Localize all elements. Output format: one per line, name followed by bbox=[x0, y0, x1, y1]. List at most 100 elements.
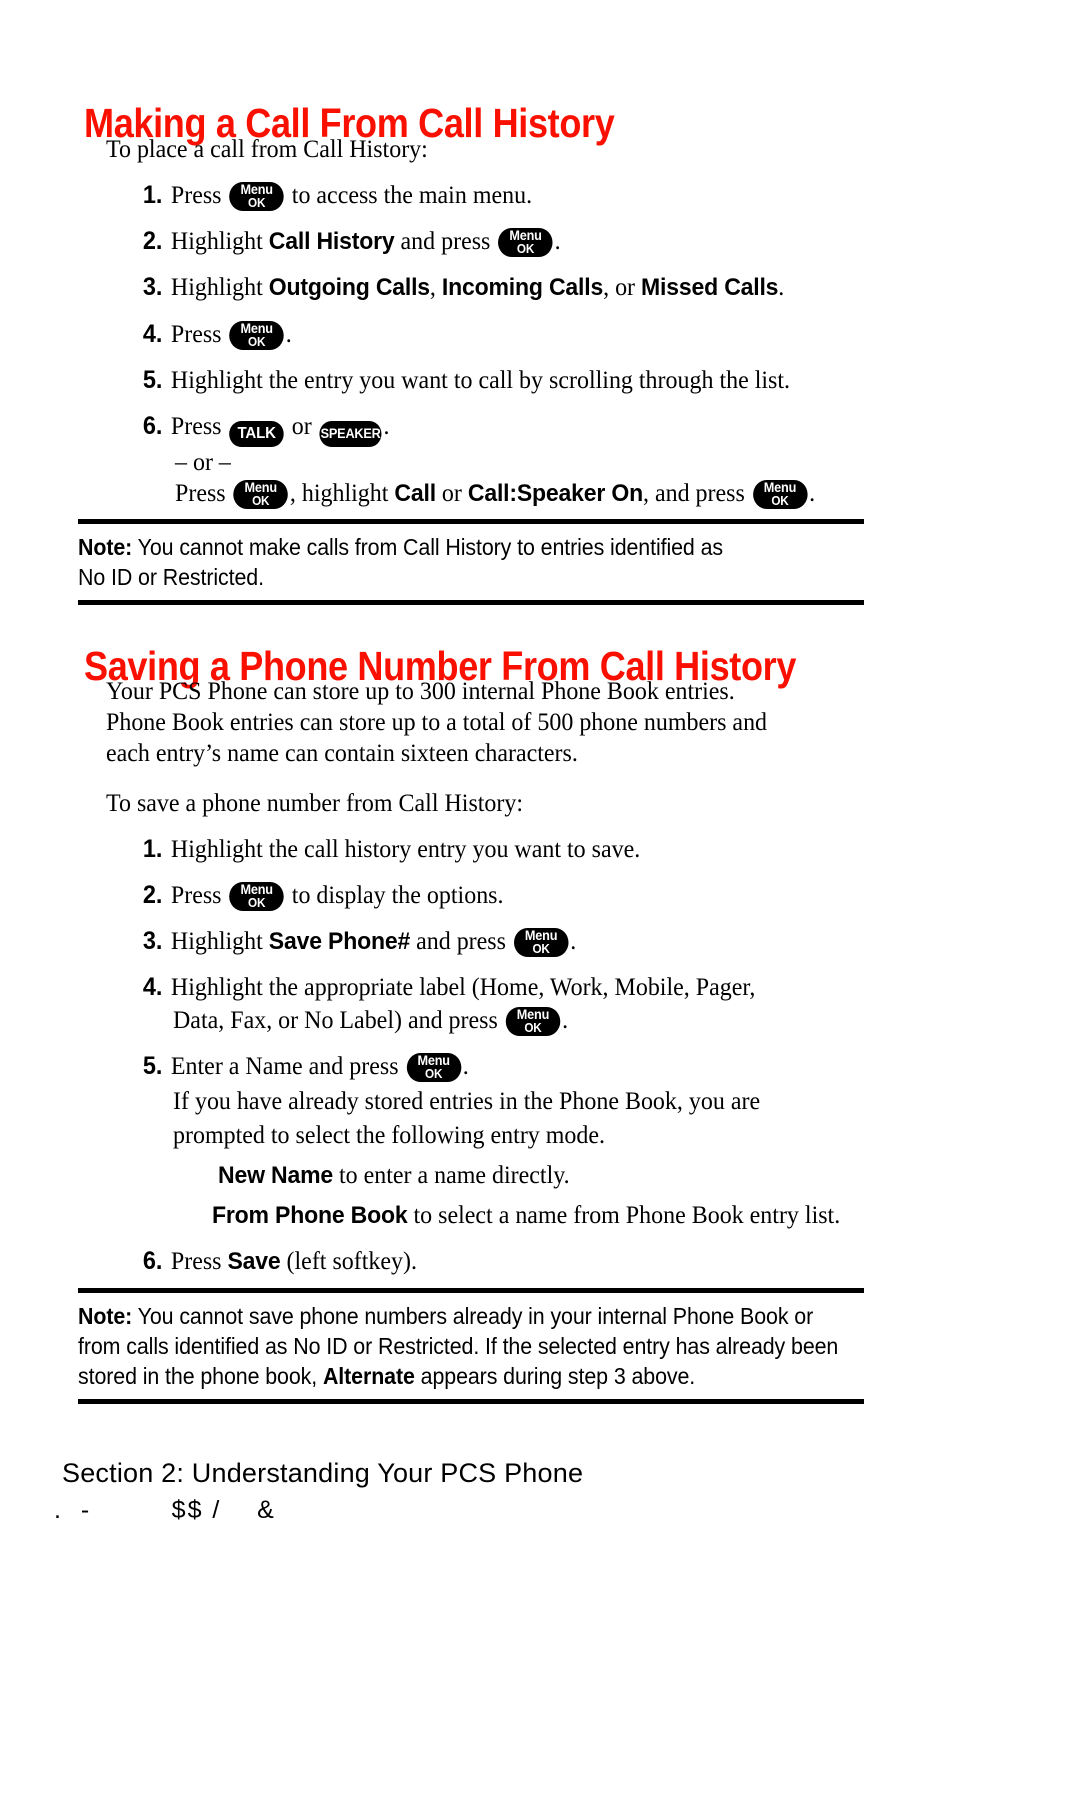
step-text: Press bbox=[170, 1246, 228, 1275]
sub-list-item-new-name: New Name to enter a name directly. bbox=[218, 1160, 570, 1191]
step-text-tail: to display the options. bbox=[285, 880, 504, 909]
ui-term-missed-calls: Missed Calls bbox=[641, 274, 779, 301]
step-number: 4. bbox=[142, 320, 163, 348]
or-divider: – or – bbox=[175, 447, 231, 476]
step-text-tail: . bbox=[570, 926, 577, 955]
list-item: 5. Enter a Name and press Menu OK. bbox=[138, 1051, 469, 1082]
sub-item-text: to enter a name directly. bbox=[332, 1160, 570, 1189]
step-number: 6. bbox=[142, 1247, 163, 1275]
note-bottom-rule bbox=[78, 1399, 864, 1404]
step-number: 2. bbox=[142, 881, 163, 909]
step-text-mid: and press bbox=[410, 926, 512, 955]
note-label: Note: bbox=[78, 1303, 133, 1329]
footer-page-number: . - $$ / & bbox=[54, 1496, 276, 1524]
ui-term-call-speaker-on: Call:Speaker On bbox=[467, 480, 643, 507]
note-text: You cannot make calls from Call History … bbox=[137, 534, 723, 560]
step-text-tail: . bbox=[554, 226, 561, 255]
list-item: 3. Highlight Outgoing Calls, Incoming Cal… bbox=[138, 272, 784, 303]
step-text: Highlight bbox=[170, 926, 269, 955]
step-number: 2. bbox=[142, 227, 163, 255]
step-text-mid: and press bbox=[394, 226, 497, 255]
list-item: 6. Press Save (left softkey). bbox=[138, 1246, 417, 1277]
ui-term-new-name: New Name bbox=[218, 1162, 333, 1189]
ui-term-incoming-calls: Incoming Calls bbox=[441, 274, 604, 301]
menu-ok-key-icon: Menu OK bbox=[498, 228, 553, 257]
ui-term-save: Save bbox=[227, 1248, 281, 1275]
alt-text-tail: . bbox=[809, 478, 816, 507]
separator: , bbox=[429, 272, 442, 301]
step-text-mid: or bbox=[285, 411, 318, 440]
note-text: You cannot save phone numbers already in… bbox=[137, 1303, 814, 1329]
menu-ok-key-icon: Menu OK bbox=[233, 480, 289, 509]
paragraph-line: Phone Book entries can store up to a tot… bbox=[106, 707, 768, 736]
step-number: 5. bbox=[142, 366, 163, 394]
list-item: 5. Highlight the entry you want to call b… bbox=[138, 365, 790, 395]
step-text-tail: (left softkey). bbox=[280, 1246, 417, 1275]
menu-ok-key-icon: Menu OK bbox=[406, 1053, 461, 1082]
note-text-tail: appears during step 3 above. bbox=[414, 1363, 696, 1389]
step-text: Press bbox=[170, 880, 228, 909]
paragraph-line: Your PCS Phone can store up to 300 inter… bbox=[106, 676, 735, 705]
note-block-saving-a-phone-number: Note: You cannot save phone numbers alre… bbox=[78, 1288, 864, 1404]
step-text: Data, Fax, or No Label) and press bbox=[173, 1005, 504, 1034]
note-line: from calls identified as No ID or Restri… bbox=[78, 1331, 838, 1361]
ui-term: Call History bbox=[268, 228, 395, 255]
step-text: Highlight bbox=[170, 226, 269, 255]
alt-text-mid2: or bbox=[435, 478, 468, 507]
footer-section-label: Section 2: Understanding Your PCS Phone bbox=[62, 1458, 584, 1488]
step-number: 5. bbox=[142, 1052, 163, 1080]
ui-term-save-phone-number: Save Phone# bbox=[268, 928, 411, 955]
step-text-tail: to access the main menu. bbox=[285, 180, 533, 209]
step-text: Highlight the call history entry you wan… bbox=[170, 834, 641, 863]
speaker-key-icon: SPEAKER bbox=[319, 421, 382, 447]
list-item: 1. Highlight the call history entry you w… bbox=[138, 834, 640, 864]
ui-term-alternate: Alternate bbox=[322, 1363, 415, 1389]
list-item-continuation: If you have already stored entries in th… bbox=[173, 1086, 761, 1115]
step-text-tail: . bbox=[383, 411, 390, 440]
note-text: from calls identified as No ID or Restri… bbox=[78, 1333, 839, 1359]
alt-text: Press bbox=[175, 478, 232, 507]
step-number: 1. bbox=[142, 181, 163, 209]
list-item: 1. Press Menu OK to access the main menu. bbox=[138, 180, 532, 211]
ui-term-call: Call bbox=[394, 480, 436, 507]
intro-text-saving-a-phone-number: To save a phone number from Call History… bbox=[106, 788, 524, 817]
talk-key-icon: TALK bbox=[229, 421, 284, 447]
list-item: 4. Highlight the appropriate label (Home,… bbox=[138, 972, 756, 1002]
step-text: Enter a Name and press bbox=[170, 1051, 405, 1080]
note-label: Note: bbox=[78, 534, 133, 560]
alt-text-mid3: , and press bbox=[642, 478, 751, 507]
note-body: Note: You cannot make calls from Call Hi… bbox=[78, 524, 809, 600]
note-line: No ID or Restricted. bbox=[78, 562, 809, 592]
sub-item-text: to select a name from Phone Book entry l… bbox=[407, 1200, 841, 1229]
note-text: No ID or Restricted. bbox=[78, 564, 264, 590]
step-text: Highlight the appropriate label (Home, W… bbox=[170, 972, 756, 1001]
note-body: Note: You cannot save phone numbers alre… bbox=[78, 1293, 838, 1399]
menu-ok-key-icon: Menu OK bbox=[229, 882, 284, 911]
step-number: 1. bbox=[142, 835, 163, 863]
step-number: 4. bbox=[142, 973, 163, 1001]
menu-ok-key-icon: Menu OK bbox=[752, 480, 808, 509]
list-item: 2. Press Menu OK to display the options. bbox=[138, 880, 504, 911]
menu-ok-key-icon: Menu OK bbox=[229, 182, 284, 211]
paragraph-line: each entry’s name can contain sixteen ch… bbox=[106, 738, 578, 767]
list-item: 2. Highlight Call History and press Menu O… bbox=[138, 226, 561, 257]
alt-text-mid: , highlight bbox=[289, 478, 395, 507]
separator: , or bbox=[603, 272, 642, 301]
list-item-continuation: Data, Fax, or No Label) and press Menu OK… bbox=[173, 1005, 568, 1036]
list-item: 6. Press TALK or SPEAKER. bbox=[138, 411, 390, 447]
step-text: Press bbox=[170, 180, 228, 209]
sub-list-item-from-phone-book: From Phone Book to select a name from Ph… bbox=[212, 1200, 840, 1231]
note-bottom-rule bbox=[78, 600, 864, 605]
step-text: Highlight bbox=[170, 272, 269, 301]
ui-term-outgoing-calls: Outgoing Calls bbox=[268, 274, 430, 301]
step-text: Highlight the entry you want to call by … bbox=[170, 365, 791, 394]
step-text: Press bbox=[170, 411, 228, 440]
note-line: Note: You cannot make calls from Call Hi… bbox=[78, 532, 809, 562]
list-item: 4. Press Menu OK. bbox=[138, 319, 292, 350]
manual-page: Making a Call From Call History To place… bbox=[0, 0, 1080, 1800]
intro-text-making-a-call: To place a call from Call History: bbox=[106, 134, 428, 163]
note-line: stored in the phone book, Alternate appe… bbox=[78, 1361, 809, 1391]
note-line: Note: You cannot save phone numbers alre… bbox=[78, 1301, 813, 1331]
step-number: 3. bbox=[142, 927, 163, 955]
list-item: 3. Highlight Save Phone# and press Menu OK… bbox=[138, 926, 576, 957]
